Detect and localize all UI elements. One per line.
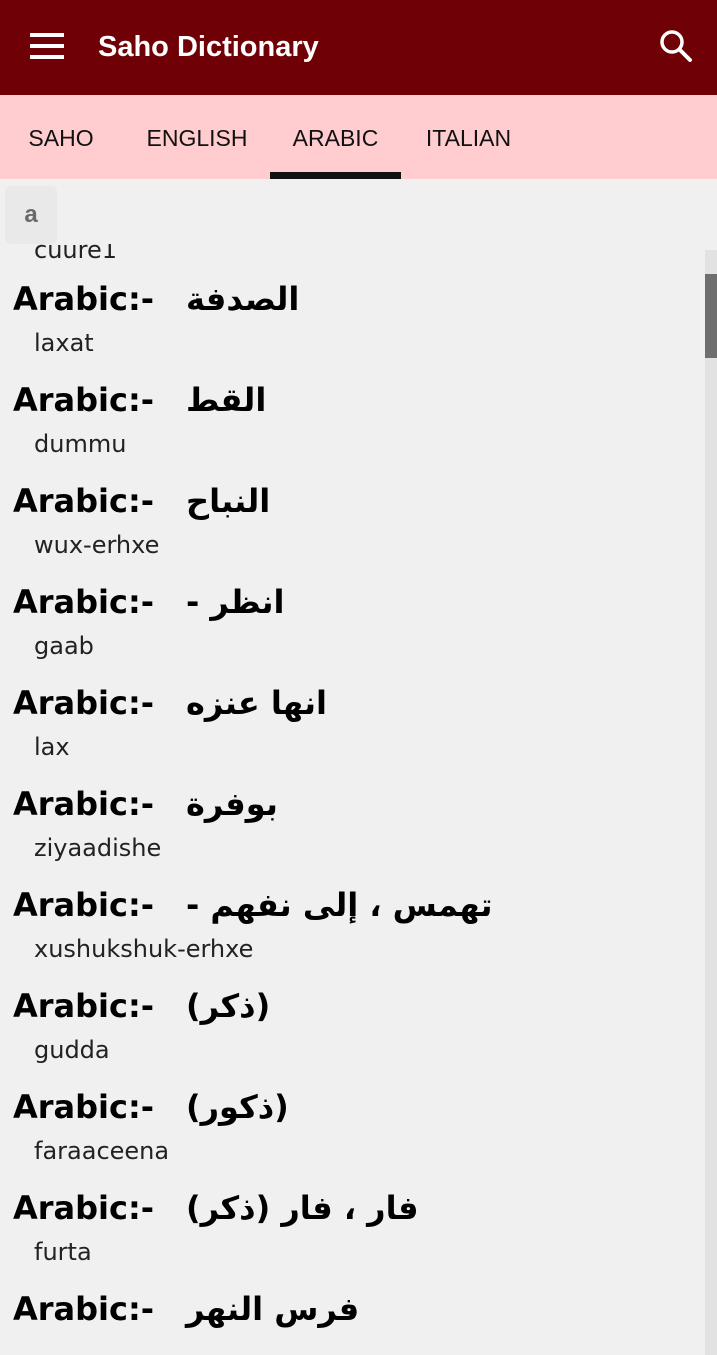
list-item[interactable]: Arabic:- النباح wux-erhxe — [0, 476, 705, 577]
scrollbar-thumb[interactable] — [705, 274, 717, 358]
word-list[interactable]: cuure1 Arabic:- الصدفة laxat Arabic:- القط… — [0, 244, 705, 1355]
app-title: Saho Dictionary — [98, 31, 319, 63]
entry-label: Arabic:- — [13, 280, 155, 318]
saho-word: furta — [34, 1238, 92, 1266]
selected-tab-indicator — [270, 172, 401, 179]
entry-label: Arabic:- — [13, 583, 155, 621]
saho-word: dummu — [34, 430, 127, 458]
saho-word: xushukshuk-erhxe — [34, 935, 254, 963]
tab-arabic[interactable]: ARABIC — [270, 95, 401, 179]
entry-label: Arabic:- — [13, 684, 155, 722]
saho-word: gaab — [34, 632, 94, 660]
entry-label: Arabic:- — [13, 1189, 155, 1227]
arabic-word: تهمس ، إلى نفهم - — [186, 886, 493, 924]
entry-label: Arabic:- — [13, 886, 155, 924]
entry-label: Arabic:- — [13, 1290, 155, 1328]
list-item[interactable]: Arabic:- (ذكور) faraaceena — [0, 1082, 705, 1183]
arabic-word: فرس النهر — [186, 1290, 360, 1328]
letter-filter-badge[interactable]: a — [5, 186, 57, 244]
arabic-word: فار ، فار (ذكر) — [186, 1189, 419, 1227]
language-tabs: SAHO ENGLISH ARABIC ITALIAN — [0, 95, 717, 179]
list-item[interactable]: Arabic:- القط dummu — [0, 375, 705, 476]
scrollbar-track[interactable] — [705, 250, 717, 1355]
arabic-word: بوفرة — [186, 785, 278, 823]
arabic-word: الصدفة — [186, 280, 300, 318]
entry-label: Arabic:- — [13, 381, 155, 419]
tab-italian[interactable]: ITALIAN — [401, 95, 536, 179]
list-item-partial-word[interactable]: cuure1 — [34, 244, 117, 264]
tab-english[interactable]: ENGLISH — [122, 95, 272, 179]
saho-word: lax — [34, 733, 70, 761]
hamburger-menu-icon[interactable] — [30, 33, 66, 59]
arabic-word: انها عنزه — [186, 684, 327, 722]
arabic-word: (ذكر) — [186, 987, 271, 1025]
arabic-word: انظر - — [186, 583, 285, 621]
saho-word: gudda — [34, 1036, 110, 1064]
saho-word: wux-erhxe — [34, 531, 160, 559]
list-item[interactable]: Arabic:- بوفرة ziyaadishe — [0, 779, 705, 880]
saho-word: ziyaadishe — [34, 834, 162, 862]
saho-word: faraaceena — [34, 1137, 170, 1165]
list-item[interactable]: Arabic:- (ذكر) gudda — [0, 981, 705, 1082]
entry-label: Arabic:- — [13, 785, 155, 823]
app-bar: Saho Dictionary — [0, 0, 717, 95]
list-item[interactable]: Arabic:- انظر - gaab — [0, 577, 705, 678]
list-item[interactable]: Arabic:- فار ، فار (ذكر) furta — [0, 1183, 705, 1284]
entry-label: Arabic:- — [13, 482, 155, 520]
arabic-word: النباح — [186, 482, 271, 520]
list-item[interactable]: Arabic:- انها عنزه lax — [0, 678, 705, 779]
tab-saho[interactable]: SAHO — [0, 95, 122, 179]
search-icon[interactable] — [658, 28, 694, 64]
saho-word: laxat — [34, 329, 94, 357]
list-item[interactable]: Arabic:- الصدفة laxat — [0, 274, 705, 375]
arabic-word: (ذكور) — [186, 1088, 289, 1126]
list-item[interactable]: Arabic:- تهمس ، إلى نفهم - xushukshuk-erh… — [0, 880, 705, 981]
entry-label: Arabic:- — [13, 1088, 155, 1126]
list-item[interactable]: Arabic:- فرس النهر — [0, 1284, 705, 1355]
arabic-word: القط — [186, 381, 267, 419]
entry-label: Arabic:- — [13, 987, 155, 1025]
